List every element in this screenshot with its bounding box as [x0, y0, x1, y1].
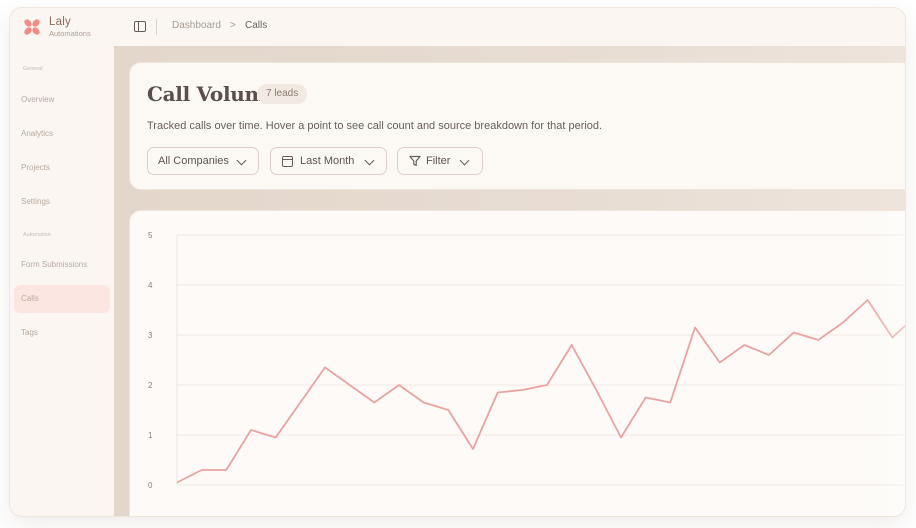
data-point[interactable] — [321, 364, 329, 372]
brand[interactable]: Laly Automations — [10, 8, 114, 46]
data-point[interactable] — [864, 296, 872, 304]
breadcrumb-dashboard[interactable]: Dashboard — [172, 20, 221, 31]
data-point[interactable] — [617, 434, 625, 442]
header-divider — [156, 19, 157, 35]
data-point[interactable] — [691, 324, 699, 332]
data-point[interactable] — [765, 351, 773, 359]
chevron-down-icon — [364, 155, 375, 166]
filter-button-label: Filter — [426, 155, 451, 167]
funnel-icon — [409, 155, 421, 167]
data-point[interactable] — [395, 381, 403, 389]
y-tick-label: 2 — [148, 381, 153, 390]
y-tick-label: 0 — [148, 481, 153, 490]
logo-icon — [24, 19, 40, 35]
calendar-icon — [282, 156, 293, 167]
sidebar-item-label: Analytics — [21, 129, 54, 138]
data-point[interactable] — [420, 399, 428, 407]
data-point[interactable] — [814, 336, 822, 344]
sidebar-item-label: Overview — [21, 95, 55, 104]
sidebar-section-general: General — [23, 66, 43, 72]
sidebar-item-analytics[interactable]: Analytics — [14, 120, 110, 148]
main-content: Call Volume 7 leads Tracked calls over t… — [114, 46, 905, 516]
y-tick-label: 3 — [148, 331, 153, 340]
brand-subtitle: Automations — [49, 29, 91, 38]
data-point[interactable] — [173, 479, 181, 487]
period-select-label: Last Month — [300, 155, 355, 167]
company-select-label: All Companies — [158, 155, 229, 167]
y-tick-label: 5 — [148, 231, 153, 240]
data-point[interactable] — [790, 329, 798, 337]
data-point[interactable] — [444, 406, 452, 414]
y-tick-label: 1 — [148, 431, 153, 440]
data-point[interactable] — [469, 445, 477, 453]
call-volume-chart: 5 4 3 2 1 0 — [148, 231, 905, 490]
sidebar-item-label: Calls — [21, 294, 39, 303]
data-point[interactable] — [346, 381, 354, 389]
data-point[interactable] — [494, 389, 502, 397]
chevron-down-icon — [236, 155, 247, 166]
sidebar-item-label: Form Submissions — [21, 260, 88, 269]
sidebar: General Overview Analytics Projects Sett… — [10, 46, 114, 516]
data-point[interactable] — [247, 426, 255, 434]
data-point[interactable] — [370, 399, 378, 407]
data-point[interactable] — [592, 386, 600, 394]
sidebar-item-form-submissions[interactable]: Form Submissions — [14, 251, 110, 279]
sidebar-item-label: Projects — [21, 163, 50, 172]
sidebar-item-label: Tags — [21, 328, 38, 337]
brand-name: Laly — [49, 16, 71, 28]
data-point[interactable] — [222, 466, 230, 474]
sidebar-section-automation: Automation — [23, 232, 51, 238]
data-point[interactable] — [642, 394, 650, 402]
sidebar-item-overview[interactable]: Overview — [14, 86, 110, 114]
y-tick-label: 4 — [148, 281, 153, 290]
series-line[interactable] — [176, 299, 905, 484]
leads-count-badge: 7 leads — [257, 84, 308, 104]
call-volume-chart-card: 5 4 3 2 1 0 — [129, 210, 905, 516]
data-point[interactable] — [888, 334, 896, 342]
company-select[interactable]: All Companies — [147, 147, 259, 175]
data-point[interactable] — [740, 341, 748, 349]
sidebar-item-calls[interactable]: Calls — [14, 285, 110, 313]
breadcrumb-calls: Calls — [245, 20, 268, 31]
sidebar-toggle-icon[interactable] — [134, 21, 146, 32]
page-description: Tracked calls over time. Hover a point t… — [147, 120, 603, 132]
app-window: Laly Automations General Overview Analyt… — [10, 8, 905, 516]
data-point[interactable] — [198, 466, 206, 474]
period-select[interactable]: Last Month — [270, 147, 387, 175]
data-point[interactable] — [518, 386, 526, 394]
sidebar-item-settings[interactable]: Settings — [14, 188, 110, 216]
data-point[interactable] — [543, 381, 551, 389]
sidebar-item-label: Settings — [21, 197, 50, 206]
data-point[interactable] — [568, 341, 576, 349]
data-point[interactable] — [839, 319, 847, 327]
filter-button[interactable]: Filter — [397, 147, 483, 175]
data-point[interactable] — [296, 399, 304, 407]
data-point[interactable] — [716, 359, 724, 367]
chevron-down-icon — [459, 155, 470, 166]
sidebar-item-tags[interactable]: Tags — [14, 319, 110, 347]
breadcrumb-separator: > — [230, 20, 236, 31]
sidebar-item-projects[interactable]: Projects — [14, 154, 110, 182]
data-point[interactable] — [272, 434, 280, 442]
top-bar: Dashboard > Calls — [114, 8, 905, 46]
page-header-card: Call Volume 7 leads Tracked calls over t… — [129, 62, 905, 190]
data-point[interactable] — [666, 399, 674, 407]
